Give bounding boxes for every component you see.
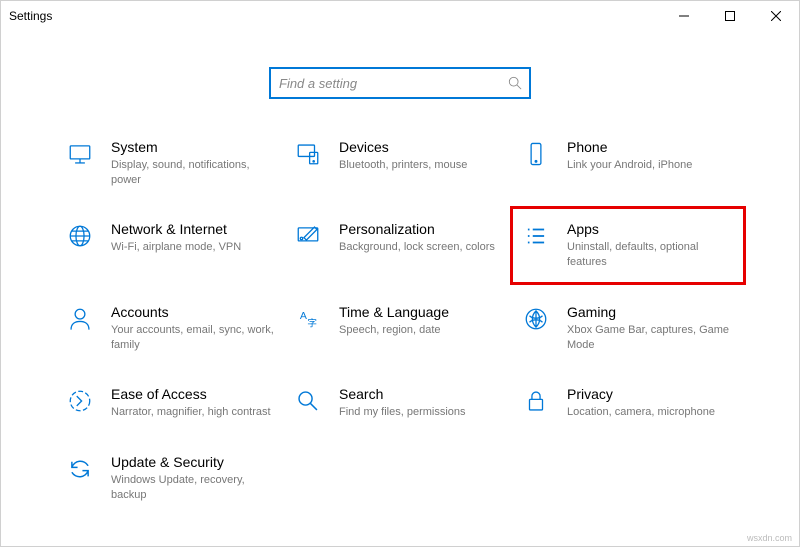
tile-time-language[interactable]: A字 Time & Language Speech, region, date xyxy=(293,300,507,356)
ease-of-access-icon xyxy=(65,386,95,416)
tile-desc: Speech, region, date xyxy=(339,323,507,338)
tile-ease-of-access[interactable]: Ease of Access Narrator, magnifier, high… xyxy=(65,382,279,424)
close-icon xyxy=(771,11,781,21)
window-title: Settings xyxy=(9,9,52,23)
tile-search[interactable]: Search Find my files, permissions xyxy=(293,382,507,424)
tile-gaming[interactable]: Gaming Xbox Game Bar, captures, Game Mod… xyxy=(521,300,735,356)
tile-phone[interactable]: Phone Link your Android, iPhone xyxy=(521,135,735,191)
person-icon xyxy=(65,304,95,334)
tile-title: Network & Internet xyxy=(111,221,279,238)
gaming-icon xyxy=(521,304,551,334)
tile-desc: Uninstall, defaults, optional features xyxy=(567,240,735,270)
settings-grid: System Display, sound, notifications, po… xyxy=(61,135,739,507)
tile-desc: Background, lock screen, colors xyxy=(339,240,507,255)
tile-desc: Bluetooth, printers, mouse xyxy=(339,158,507,173)
svg-text:字: 字 xyxy=(307,316,317,329)
window-controls xyxy=(661,1,799,31)
tile-title: Search xyxy=(339,386,507,403)
search-icon xyxy=(501,76,529,90)
tile-title: Accounts xyxy=(111,304,279,321)
minimize-icon xyxy=(679,11,689,21)
tile-devices[interactable]: Devices Bluetooth, printers, mouse xyxy=(293,135,507,191)
paintbrush-icon xyxy=(293,221,323,251)
tile-system[interactable]: System Display, sound, notifications, po… xyxy=(65,135,279,191)
devices-icon xyxy=(293,139,323,169)
search-icon xyxy=(293,386,323,416)
tile-privacy[interactable]: Privacy Location, camera, microphone xyxy=(521,382,735,424)
tile-title: Phone xyxy=(567,139,735,156)
tile-desc: Your accounts, email, sync, work, family xyxy=(111,323,279,353)
tile-desc: Link your Android, iPhone xyxy=(567,158,735,173)
tile-title: Time & Language xyxy=(339,304,507,321)
tile-personalization[interactable]: Personalization Background, lock screen,… xyxy=(293,217,507,273)
maximize-icon xyxy=(725,11,735,21)
phone-icon xyxy=(521,139,551,169)
tile-desc: Location, camera, microphone xyxy=(567,405,735,420)
titlebar: Settings xyxy=(1,1,799,31)
tile-title: Update & Security xyxy=(111,454,279,471)
search-box[interactable] xyxy=(269,67,531,99)
lock-icon xyxy=(521,386,551,416)
close-button[interactable] xyxy=(753,1,799,31)
sync-icon xyxy=(65,454,95,484)
tile-network[interactable]: Network & Internet Wi-Fi, airplane mode,… xyxy=(65,217,279,273)
language-icon: A字 xyxy=(293,304,323,334)
tile-title: Ease of Access xyxy=(111,386,279,403)
tile-update-security[interactable]: Update & Security Windows Update, recove… xyxy=(65,450,279,506)
tile-desc: Display, sound, notifications, power xyxy=(111,158,279,188)
tile-desc: Narrator, magnifier, high contrast xyxy=(111,405,279,420)
tile-title: Gaming xyxy=(567,304,735,321)
tile-title: Privacy xyxy=(567,386,735,403)
apps-list-icon xyxy=(521,221,551,251)
tile-title: Apps xyxy=(567,221,735,238)
tile-title: Personalization xyxy=(339,221,507,238)
globe-icon xyxy=(65,221,95,251)
tile-desc: Xbox Game Bar, captures, Game Mode xyxy=(567,323,735,353)
tile-title: System xyxy=(111,139,279,156)
tile-apps[interactable]: Apps Uninstall, defaults, optional featu… xyxy=(521,217,735,273)
tile-accounts[interactable]: Accounts Your accounts, email, sync, wor… xyxy=(65,300,279,356)
settings-home: System Display, sound, notifications, po… xyxy=(1,31,799,507)
tile-desc: Find my files, permissions xyxy=(339,405,507,420)
maximize-button[interactable] xyxy=(707,1,753,31)
tile-title: Devices xyxy=(339,139,507,156)
display-icon xyxy=(65,139,95,169)
search-input[interactable] xyxy=(271,76,501,91)
search-container xyxy=(61,67,739,99)
tile-desc: Windows Update, recovery, backup xyxy=(111,473,279,503)
tile-desc: Wi-Fi, airplane mode, VPN xyxy=(111,240,279,255)
minimize-button[interactable] xyxy=(661,1,707,31)
watermark: wsxdn.com xyxy=(747,533,792,543)
